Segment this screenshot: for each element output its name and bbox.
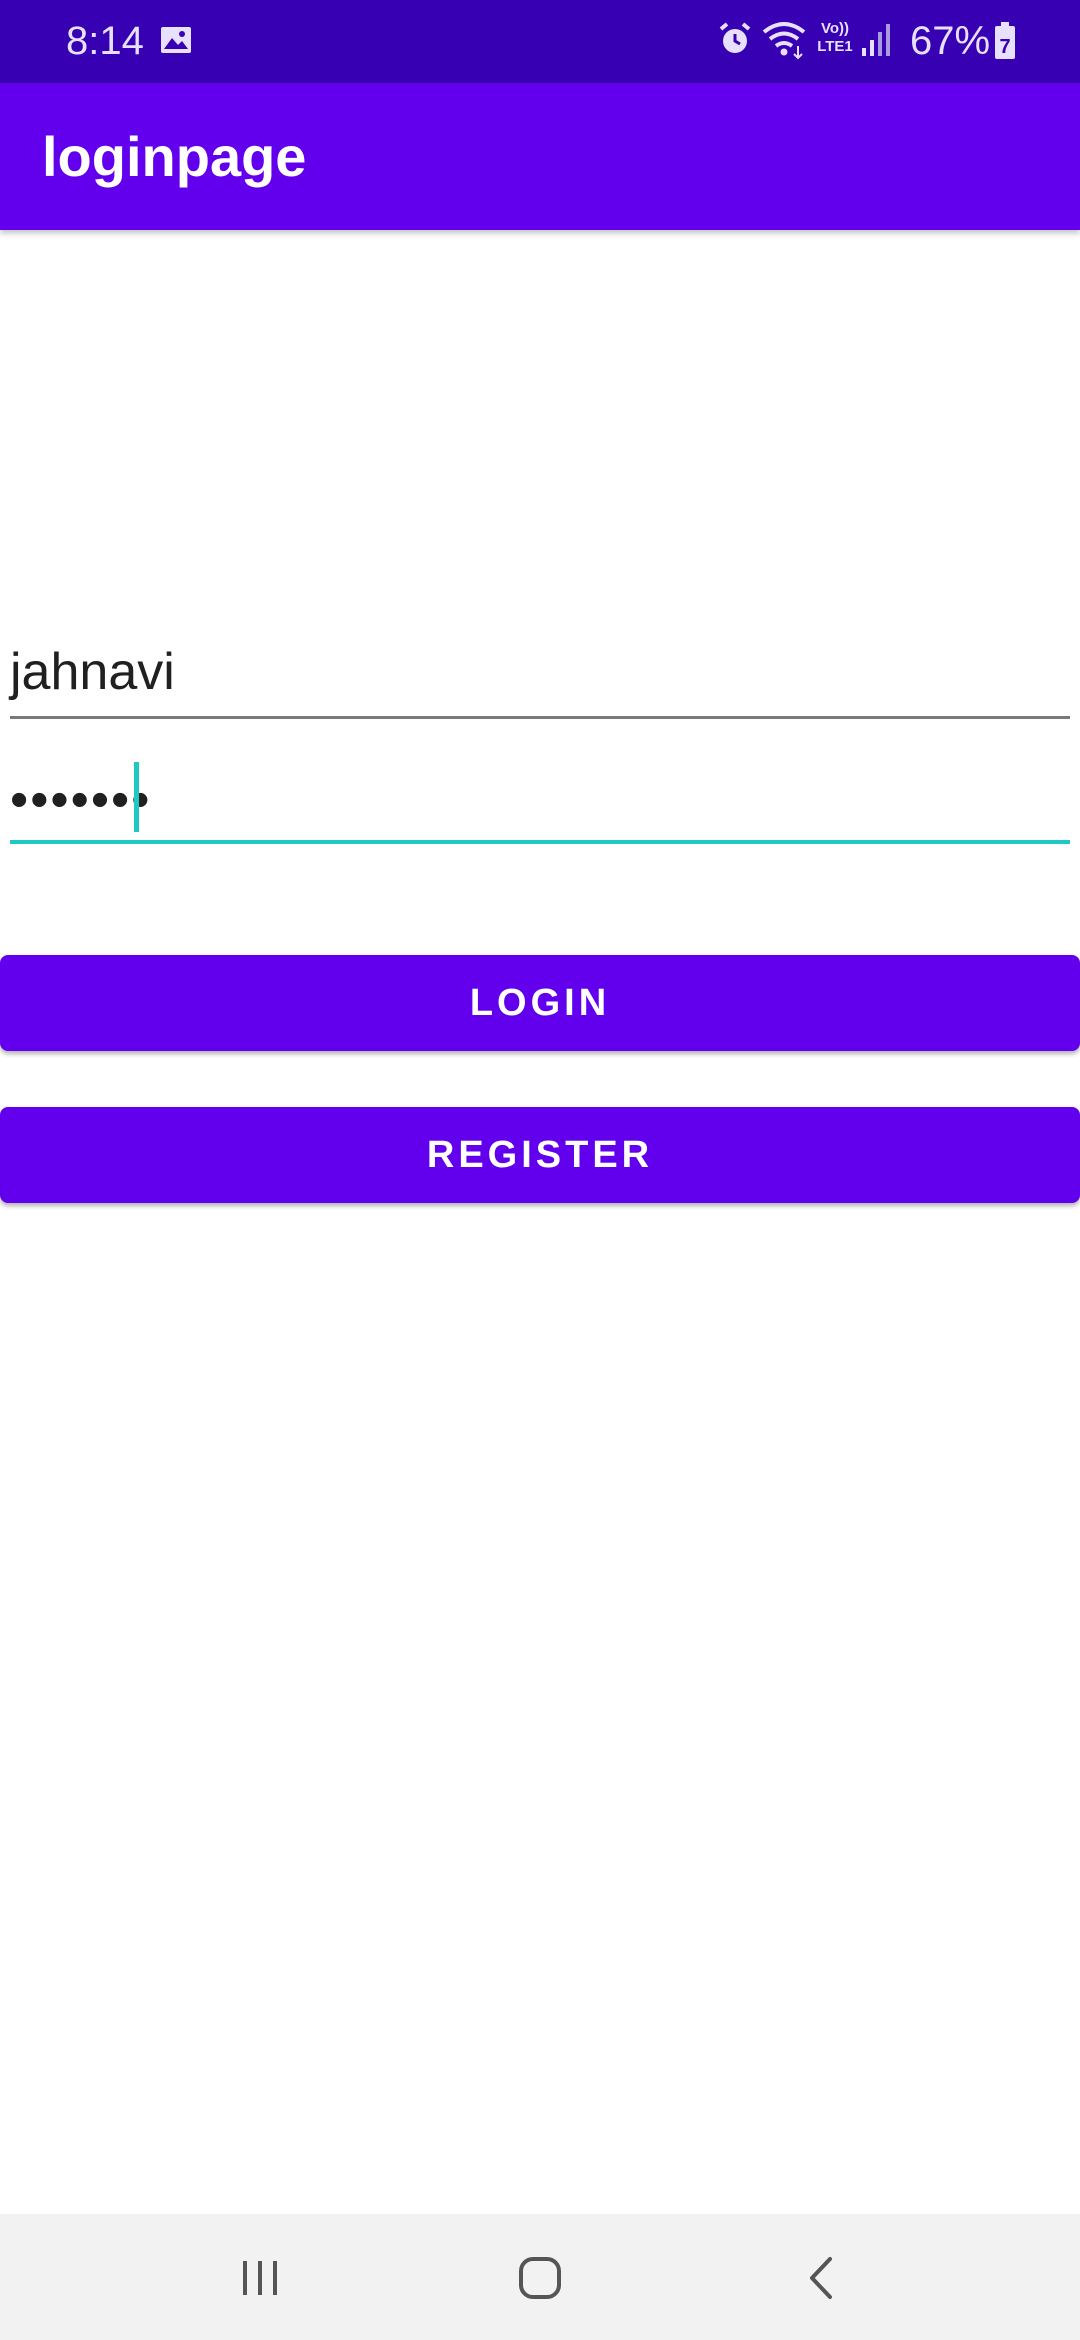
volte-label: Vo)) — [820, 20, 850, 37]
lte-label: LTE1 — [817, 38, 853, 55]
status-bar: 8:14 Vo)) LTE1 67% 7 — [0, 0, 1080, 83]
app-bar: loginpage — [0, 83, 1080, 230]
home-icon — [518, 2256, 562, 2305]
register-button[interactable]: REGISTER — [0, 1107, 1080, 1203]
back-icon — [804, 2256, 836, 2305]
battery-percent: 67% — [910, 19, 991, 63]
battery-icon: 7 — [994, 22, 1016, 65]
page-title: loginpage — [42, 125, 307, 188]
back-button[interactable] — [750, 2214, 890, 2340]
battery-level: 7 — [999, 36, 1010, 58]
recents-button[interactable] — [190, 2214, 330, 2340]
navigation-bar — [0, 2214, 1080, 2340]
volte-lte-icon: Vo)) LTE1 — [812, 20, 858, 56]
home-button[interactable] — [470, 2214, 610, 2340]
gallery-icon — [160, 24, 192, 56]
recents-icon — [240, 2258, 280, 2303]
alarm-icon — [716, 20, 754, 63]
signal-icon — [860, 24, 892, 63]
text-cursor — [134, 762, 139, 832]
username-field[interactable]: jahnavi — [10, 630, 1070, 719]
wifi-icon — [762, 20, 806, 65]
password-field[interactable]: ••••••• — [10, 756, 1070, 844]
login-button[interactable]: LOGIN — [0, 955, 1080, 1051]
password-value: ••••••• — [10, 771, 152, 829]
username-value: jahnavi — [10, 643, 175, 701]
status-time: 8:14 — [66, 19, 144, 63]
